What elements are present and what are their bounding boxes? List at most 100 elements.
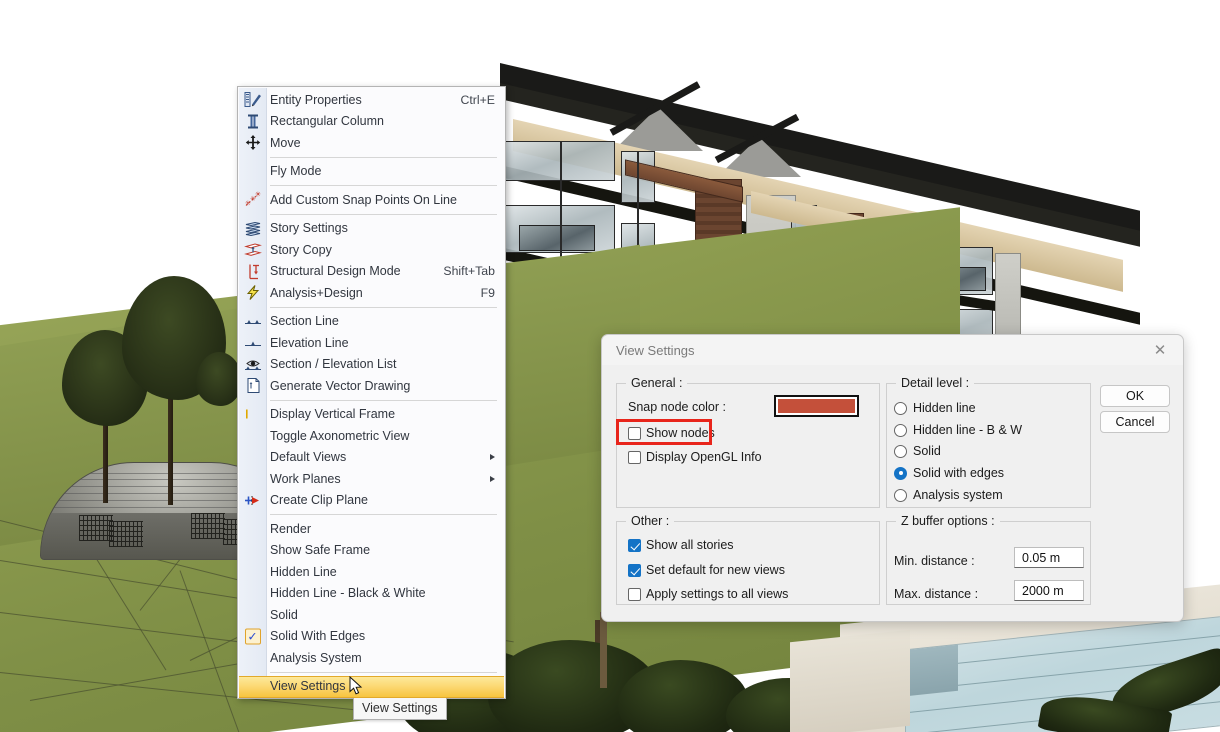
check-indicator: ✓ bbox=[244, 628, 261, 645]
menu-item-label: Fly Mode bbox=[270, 164, 322, 178]
tree-3 bbox=[196, 352, 242, 406]
menu-item-work-planes[interactable]: Work Planes bbox=[238, 468, 505, 490]
detail-solid-row[interactable]: Solid bbox=[894, 444, 941, 458]
display-opengl-info-label: Display OpenGL Info bbox=[646, 450, 762, 464]
analysis-system-label: Analysis system bbox=[913, 488, 1003, 502]
stone-path bbox=[790, 629, 910, 732]
hidden-line-radio[interactable] bbox=[894, 401, 907, 415]
menu-item-analysis-design[interactable]: Analysis+Design F9 bbox=[238, 282, 505, 304]
min-distance-value: 0.05 m bbox=[1022, 550, 1061, 565]
cancel-button[interactable]: Cancel bbox=[1100, 411, 1170, 433]
show-nodes-row[interactable]: Show nodes bbox=[628, 426, 715, 440]
menu-item-label: Section / Elevation List bbox=[270, 357, 397, 371]
menu-separator bbox=[270, 185, 497, 186]
create-clip-plane-icon bbox=[241, 491, 264, 510]
menu-item-elevation-line[interactable]: Elevation Line bbox=[238, 332, 505, 354]
max-distance-input[interactable]: 2000 m bbox=[1014, 580, 1084, 601]
menu-item-label: Show Safe Frame bbox=[270, 543, 371, 557]
hidden-line-bw-radio[interactable] bbox=[894, 423, 907, 437]
menu-item-label: Section Line bbox=[270, 314, 339, 328]
section-line-icon bbox=[241, 312, 264, 331]
menu-item-label: Story Copy bbox=[270, 242, 332, 257]
menu-item-add-custom-snap-points-on-line[interactable]: ✳ ✳ ✳ Add Custom Snap Points On Line bbox=[238, 189, 505, 211]
menu-item-label: Toggle Axonometric View bbox=[270, 428, 410, 443]
menu-item-generate-vector-drawing[interactable]: Generate Vector Drawing bbox=[238, 375, 505, 397]
menu-item-hidden-line-black-and-white[interactable]: Hidden Line - Black & White bbox=[238, 583, 505, 605]
menu-item-label: Display Vertical Frame bbox=[270, 407, 396, 421]
set-default-for-new-views-checkbox[interactable] bbox=[628, 563, 641, 577]
menu-item-render[interactable]: Render bbox=[238, 518, 505, 540]
menu-item-label: Work Planes bbox=[270, 471, 341, 486]
display-opengl-info-checkbox[interactable] bbox=[628, 450, 641, 464]
min-distance-input[interactable]: 0.05 m bbox=[1014, 547, 1084, 568]
min-distance-label: Min. distance : bbox=[894, 554, 975, 568]
menu-item-accel: Shift+Tab bbox=[443, 264, 495, 279]
apply-settings-to-all-views-row[interactable]: Apply settings to all views bbox=[628, 587, 788, 601]
menu-item-fly-mode[interactable]: Fly Mode bbox=[238, 161, 505, 183]
menu-item-entity-properties[interactable]: Entity Properties Ctrl+E bbox=[238, 89, 505, 111]
solid-with-edges-radio[interactable] bbox=[894, 466, 907, 480]
analysis-design-icon bbox=[241, 283, 264, 302]
menu-item-label: Entity Properties bbox=[270, 92, 362, 107]
apply-settings-to-all-views-label: Apply settings to all views bbox=[646, 587, 789, 601]
detail-analysis-system-row[interactable]: Analysis system bbox=[894, 488, 1003, 502]
menu-item-display-vertical-frame[interactable]: Display Vertical Frame bbox=[238, 404, 505, 426]
show-all-stories-checkbox[interactable] bbox=[628, 538, 641, 552]
checkmark-icon: ✓ bbox=[241, 627, 264, 646]
menu-separator bbox=[270, 156, 497, 158]
menu-item-label: Move bbox=[270, 135, 301, 150]
menu-separator bbox=[270, 671, 497, 673]
menu-item-solid[interactable]: Solid bbox=[238, 604, 505, 626]
generate-vector-drawing-icon bbox=[241, 376, 264, 395]
ok-button[interactable]: OK bbox=[1100, 385, 1170, 407]
general-legend: General : bbox=[626, 376, 688, 390]
display-vertical-frame-icon bbox=[241, 405, 264, 424]
submenu-arrow-icon bbox=[490, 475, 495, 482]
menu-item-label: Story Settings bbox=[270, 221, 348, 235]
snap-node-color-swatch[interactable] bbox=[774, 395, 859, 417]
menu-item-section-line[interactable]: Section Line bbox=[238, 311, 505, 333]
set-default-for-new-views-row[interactable]: Set default for new views bbox=[628, 563, 785, 577]
menu-item-hidden-line[interactable]: Hidden Line bbox=[238, 561, 505, 583]
submenu-arrow-icon bbox=[490, 454, 495, 461]
solid-label: Solid bbox=[913, 444, 941, 458]
fence-post bbox=[600, 612, 607, 688]
close-icon[interactable]: ✕ bbox=[1147, 339, 1173, 361]
menu-item-show-safe-frame[interactable]: Show Safe Frame bbox=[238, 540, 505, 562]
display-opengl-info-row[interactable]: Display OpenGL Info bbox=[628, 450, 762, 464]
apply-settings-to-all-views-checkbox[interactable] bbox=[628, 587, 641, 601]
structural-design-mode-icon bbox=[241, 262, 264, 281]
elevation-line-icon bbox=[241, 333, 264, 352]
menu-item-default-views[interactable]: Default Views bbox=[238, 447, 505, 469]
analysis-system-radio[interactable] bbox=[894, 488, 907, 502]
show-nodes-checkbox[interactable] bbox=[628, 426, 641, 440]
menu-item-section-elevation-list[interactable]: Section / Elevation List bbox=[238, 354, 505, 376]
context-menu[interactable]: Entity Properties Ctrl+E Rectangular Col… bbox=[237, 86, 506, 699]
story-copy-icon bbox=[241, 240, 264, 259]
solid-radio[interactable] bbox=[894, 444, 907, 458]
detail-solid-with-edges-row[interactable]: Solid with edges bbox=[894, 466, 1004, 480]
solid-with-edges-label: Solid with edges bbox=[913, 466, 1005, 480]
menu-item-rectangular-column[interactable]: Rectangular Column bbox=[238, 111, 505, 133]
menu-item-structural-design-mode[interactable]: Structural Design Mode Shift+Tab bbox=[238, 261, 505, 283]
menu-item-move[interactable]: Move bbox=[238, 132, 505, 154]
screen: Entity Properties Ctrl+E Rectangular Col… bbox=[0, 0, 1220, 732]
menu-separator bbox=[270, 399, 497, 401]
menu-item-create-clip-plane[interactable]: Create Clip Plane bbox=[238, 490, 505, 512]
view-settings-dialog[interactable]: View Settings ✕ General : Snap node colo… bbox=[601, 334, 1184, 622]
menu-item-view-settings[interactable]: View Settings bbox=[239, 675, 504, 698]
hidden-line-bw-label: Hidden line - B & W bbox=[913, 423, 1023, 437]
detail-hidden-line-bw-row[interactable]: Hidden line - B & W bbox=[894, 423, 1022, 437]
detail-hidden-line-row[interactable]: Hidden line bbox=[894, 401, 976, 415]
show-all-stories-row[interactable]: Show all stories bbox=[628, 538, 734, 552]
rectangular-column-icon bbox=[241, 112, 264, 131]
menu-item-story-copy[interactable]: Story Copy bbox=[238, 239, 505, 261]
menu-item-analysis-system[interactable]: Analysis System bbox=[238, 647, 505, 669]
story-settings-icon bbox=[241, 219, 264, 238]
menu-item-accel: Ctrl+E bbox=[460, 92, 495, 107]
menu-item-toggle-axonometric-view[interactable]: Toggle Axonometric View bbox=[238, 425, 505, 447]
menu-item-solid-with-edges[interactable]: ✓ Solid With Edges bbox=[238, 626, 505, 648]
menu-item-accel: F9 bbox=[480, 285, 495, 300]
menu-item-story-settings[interactable]: Story Settings bbox=[238, 218, 505, 240]
menu-item-label: Elevation Line bbox=[270, 335, 349, 350]
